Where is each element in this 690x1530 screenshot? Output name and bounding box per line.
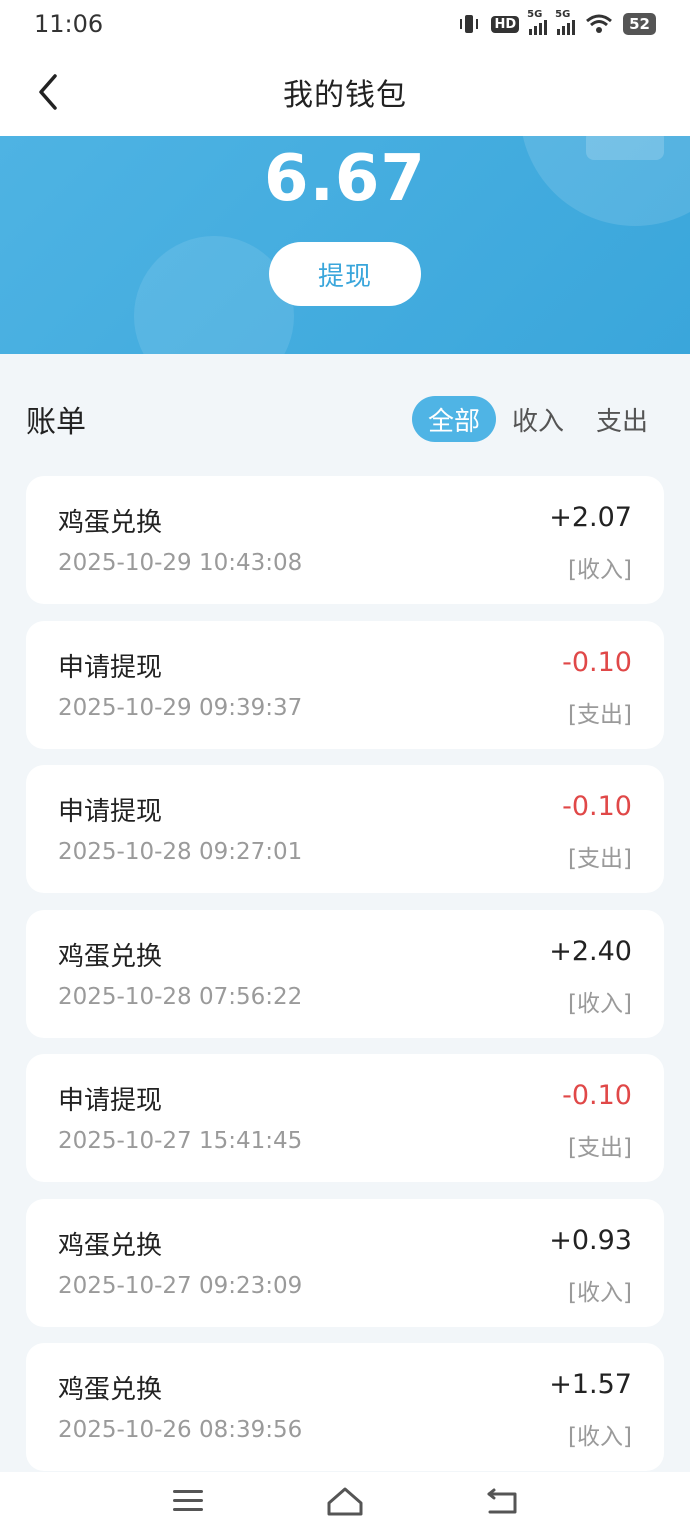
- bill-type: [支出]: [568, 1135, 632, 1161]
- home-button[interactable]: [315, 1476, 375, 1526]
- bill-time: 2025-10-26 08:39:56: [58, 1417, 303, 1443]
- bill-item[interactable]: 鸡蛋兑换 2025-10-26 08:39:56 +1.57 [收入]: [26, 1343, 664, 1471]
- bill-name: 鸡蛋兑换: [58, 1230, 163, 1261]
- bill-time: 2025-10-28 09:27:01: [58, 839, 303, 865]
- balance-amount: 6.67: [264, 142, 426, 216]
- back-nav-button[interactable]: [472, 1476, 532, 1526]
- bills-header: 账单 全部 收入 支出: [26, 392, 664, 446]
- bill-type: [支出]: [568, 846, 632, 872]
- bill-time: 2025-10-27 15:41:45: [58, 1128, 303, 1154]
- bill-name: 鸡蛋兑换: [58, 1375, 163, 1405]
- bill-type: [收入]: [568, 1424, 632, 1450]
- hd-icon: HD: [491, 11, 520, 37]
- vibrate-icon: [457, 11, 481, 37]
- decor-circle: [134, 236, 294, 354]
- menu-button[interactable]: [158, 1476, 218, 1526]
- withdraw-button[interactable]: 提现: [269, 242, 421, 306]
- bill-name: 申请提现: [58, 797, 163, 827]
- bill-name: 申请提现: [58, 1086, 163, 1116]
- bill-time: 2025-10-29 09:39:37: [58, 694, 303, 721]
- tab-expense[interactable]: 支出: [580, 396, 664, 442]
- bill-item[interactable]: 鸡蛋兑换 2025-10-28 07:56:22 +2.40 [收入]: [26, 909, 664, 1038]
- chevron-left-icon: [39, 74, 57, 110]
- bill-list: 鸡蛋兑换 2025-10-29 10:43:08 +2.07 [收入] 申请提现…: [26, 476, 664, 1488]
- tab-all[interactable]: 全部: [411, 396, 496, 442]
- back-button[interactable]: [22, 66, 74, 118]
- back-nav-icon: [487, 1488, 517, 1514]
- wifi-icon: [585, 11, 613, 37]
- balance-banner: 6.67 提现: [0, 136, 690, 354]
- status-icons: HD 5G 5G 52: [457, 9, 656, 37]
- bill-type: [支出]: [568, 701, 632, 728]
- bill-time: 2025-10-27 09:23:09: [58, 1272, 303, 1299]
- home-icon: [327, 1487, 363, 1516]
- bill-amount: -0.10: [562, 646, 632, 678]
- status-bar: 11:06 HD 5G 5G 52: [0, 0, 690, 48]
- bills-title: 账单: [26, 405, 86, 440]
- bill-amount: -0.10: [562, 791, 632, 822]
- bill-item[interactable]: 鸡蛋兑换 2025-10-27 09:23:09 +0.93 [收入]: [26, 1198, 664, 1327]
- signal-icon-1: 5G: [527, 9, 548, 35]
- status-time: 11:06: [34, 10, 104, 38]
- bill-amount: +2.40: [549, 935, 632, 967]
- page-title: 我的钱包: [283, 78, 407, 113]
- bill-name: 鸡蛋兑换: [58, 941, 163, 972]
- battery-icon: 52: [623, 13, 656, 35]
- system-nav-bar: [0, 1472, 690, 1530]
- page-header: 我的钱包: [0, 48, 690, 136]
- bill-item[interactable]: 申请提现 2025-10-27 15:41:45 -0.10 [支出]: [26, 1054, 664, 1182]
- signal-icon-2: 5G: [555, 9, 576, 35]
- bill-name: 鸡蛋兑换: [58, 508, 163, 538]
- bill-amount: +0.93: [549, 1224, 632, 1256]
- bill-type: [收入]: [568, 990, 632, 1017]
- filter-tabs: 全部 收入 支出: [411, 396, 664, 442]
- bill-item[interactable]: 申请提现 2025-10-29 09:39:37 -0.10 [支出]: [26, 620, 664, 749]
- bill-amount: -0.10: [562, 1080, 632, 1111]
- bill-type: [收入]: [568, 557, 632, 583]
- menu-icon: [173, 1490, 204, 1511]
- bill-amount: +2.07: [549, 502, 632, 533]
- bill-name: 申请提现: [58, 652, 163, 683]
- bill-time: 2025-10-29 10:43:08: [58, 550, 303, 576]
- tab-income[interactable]: 收入: [496, 396, 580, 442]
- bill-item[interactable]: 鸡蛋兑换 2025-10-29 10:43:08 +2.07 [收入]: [26, 476, 664, 604]
- bill-amount: +1.57: [549, 1369, 632, 1400]
- bill-item[interactable]: 申请提现 2025-10-28 09:27:01 -0.10 [支出]: [26, 765, 664, 893]
- bill-time: 2025-10-28 07:56:22: [58, 983, 303, 1010]
- bill-type: [收入]: [568, 1279, 632, 1306]
